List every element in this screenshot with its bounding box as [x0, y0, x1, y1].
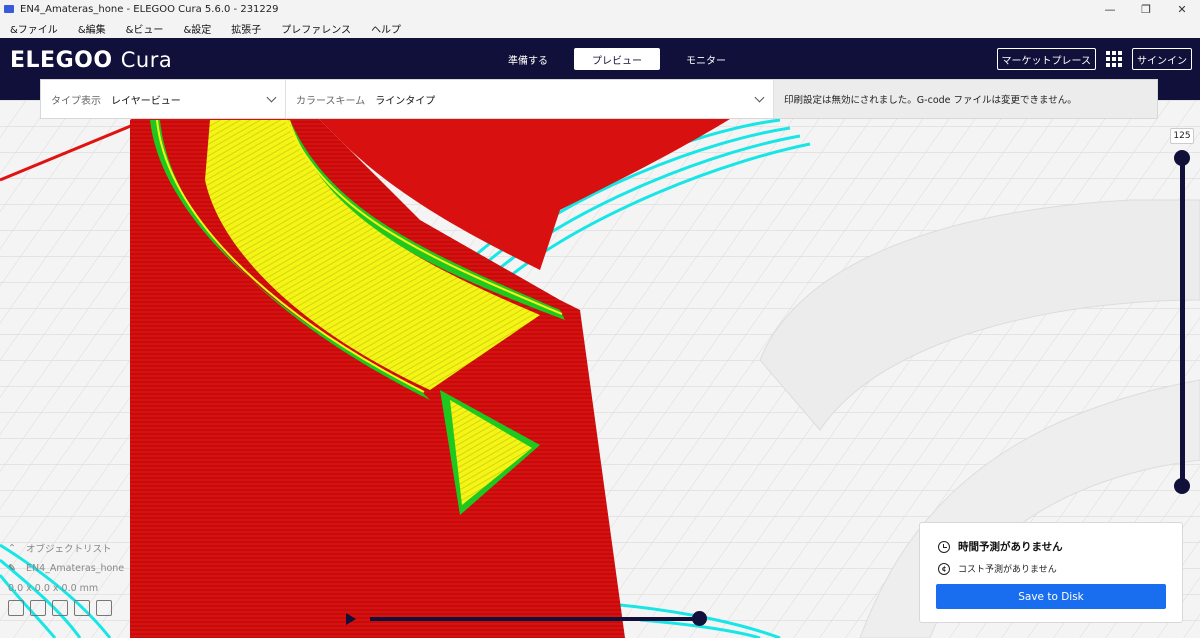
view-front-icon[interactable]: [30, 600, 46, 616]
play-icon[interactable]: [346, 613, 356, 625]
view-3d-icon[interactable]: [8, 600, 24, 616]
view-left-icon[interactable]: [74, 600, 90, 616]
menu-settings[interactable]: &設定: [183, 21, 211, 36]
object-list-header[interactable]: ⌃ オブジェクトリスト: [8, 538, 238, 558]
pencil-icon[interactable]: ✎: [8, 563, 16, 574]
menu-edit[interactable]: &編集: [78, 21, 106, 36]
restore-button[interactable]: ❐: [1128, 0, 1164, 18]
menu-bar: &ファイル &編集 &ビュー &設定 拡張子 プレファレンス ヘルプ: [0, 18, 1200, 38]
color-scheme-value: ラインタイプ: [375, 95, 436, 107]
clock-icon: [938, 540, 950, 553]
menu-preferences[interactable]: プレファレンス: [281, 21, 351, 36]
layer-number-input[interactable]: 125: [1170, 128, 1194, 144]
chevron-up-icon: ⌃: [8, 542, 16, 554]
layer-slider-track[interactable]: [1180, 158, 1185, 486]
chevron-down-icon: [754, 92, 765, 103]
object-list-label: オブジェクトリスト: [25, 544, 112, 555]
path-slider-handle[interactable]: [692, 611, 707, 626]
layer-slider-top-handle[interactable]: [1174, 150, 1190, 166]
time-estimate: 時間予測がありません: [958, 541, 1063, 553]
view-type-label: タイプ表示: [51, 95, 101, 107]
menu-help[interactable]: ヘルプ: [371, 21, 401, 36]
apps-grid-icon[interactable]: [1106, 51, 1122, 67]
menu-extensions[interactable]: 拡張子: [231, 21, 261, 36]
object-file-name: EN4_Amateras_hone: [25, 562, 125, 574]
app-logo: ELEGOO Cura: [10, 48, 172, 73]
object-file-row: ✎ EN4_Amateras_hone: [8, 558, 238, 578]
time-estimate-row: 時間予測がありません: [938, 539, 1063, 554]
window-title: EN4_Amateras_hone - ELEGOO Cura 5.6.0 - …: [20, 3, 279, 15]
menu-view[interactable]: &ビュー: [126, 21, 164, 36]
cost-estimate: コスト予測がありません: [958, 565, 1057, 575]
window-controls: — ❐ ✕: [1092, 0, 1200, 18]
app-icon: [4, 5, 14, 13]
signin-button[interactable]: サインイン: [1132, 48, 1192, 70]
marketplace-button[interactable]: マーケットプレース: [996, 48, 1096, 70]
tab-prepare[interactable]: 準備する: [490, 48, 566, 70]
tab-monitor[interactable]: モニター: [668, 48, 744, 70]
object-panel: ⌃ オブジェクトリスト ✎ EN4_Amateras_hone 0.0 x 0.…: [8, 538, 238, 638]
header-actions: マーケットプレース サインイン: [996, 48, 1192, 70]
view-top-icon[interactable]: [52, 600, 68, 616]
chevron-down-icon: [266, 92, 277, 103]
view-type-dropdown[interactable]: タイプ表示 レイヤービュー: [41, 80, 286, 118]
tab-preview[interactable]: プレビュー: [574, 48, 660, 70]
color-scheme-label: カラースキーム: [296, 95, 366, 107]
view-right-icon[interactable]: [96, 600, 112, 616]
color-scheme-dropdown[interactable]: カラースキーム ラインタイプ: [286, 80, 774, 118]
print-info-panel: 時間予測がありません ¢ コスト予測がありません Save to Disk: [919, 522, 1183, 623]
save-to-disk-button[interactable]: Save to Disk: [936, 584, 1166, 609]
path-slider-track[interactable]: [370, 617, 700, 621]
stage-tabs: 準備する プレビュー モニター: [490, 48, 744, 70]
cost-estimate-row: ¢ コスト予測がありません: [938, 562, 1057, 575]
layer-slider-bottom-handle[interactable]: [1174, 478, 1190, 494]
gcode-notice: 印刷設定は無効にされました。G-code ファイルは変更できません。: [774, 80, 1157, 118]
view-type-value: レイヤービュー: [111, 95, 181, 107]
window-title-bar: EN4_Amateras_hone - ELEGOO Cura 5.6.0 - …: [0, 0, 1200, 18]
view-toolbar: タイプ表示 レイヤービュー カラースキーム ラインタイプ 印刷設定は無効にされま…: [40, 79, 1158, 119]
logo-brand: ELEGOO: [10, 48, 113, 73]
close-button[interactable]: ✕: [1164, 0, 1200, 18]
logo-product: Cura: [120, 48, 173, 72]
cost-icon: ¢: [938, 562, 950, 575]
view-orientation-buttons: [8, 600, 238, 616]
menu-file[interactable]: &ファイル: [10, 21, 58, 36]
minimize-button[interactable]: —: [1092, 0, 1128, 18]
object-dimensions: 0.0 x 0.0 x 0.0 mm: [8, 582, 99, 594]
